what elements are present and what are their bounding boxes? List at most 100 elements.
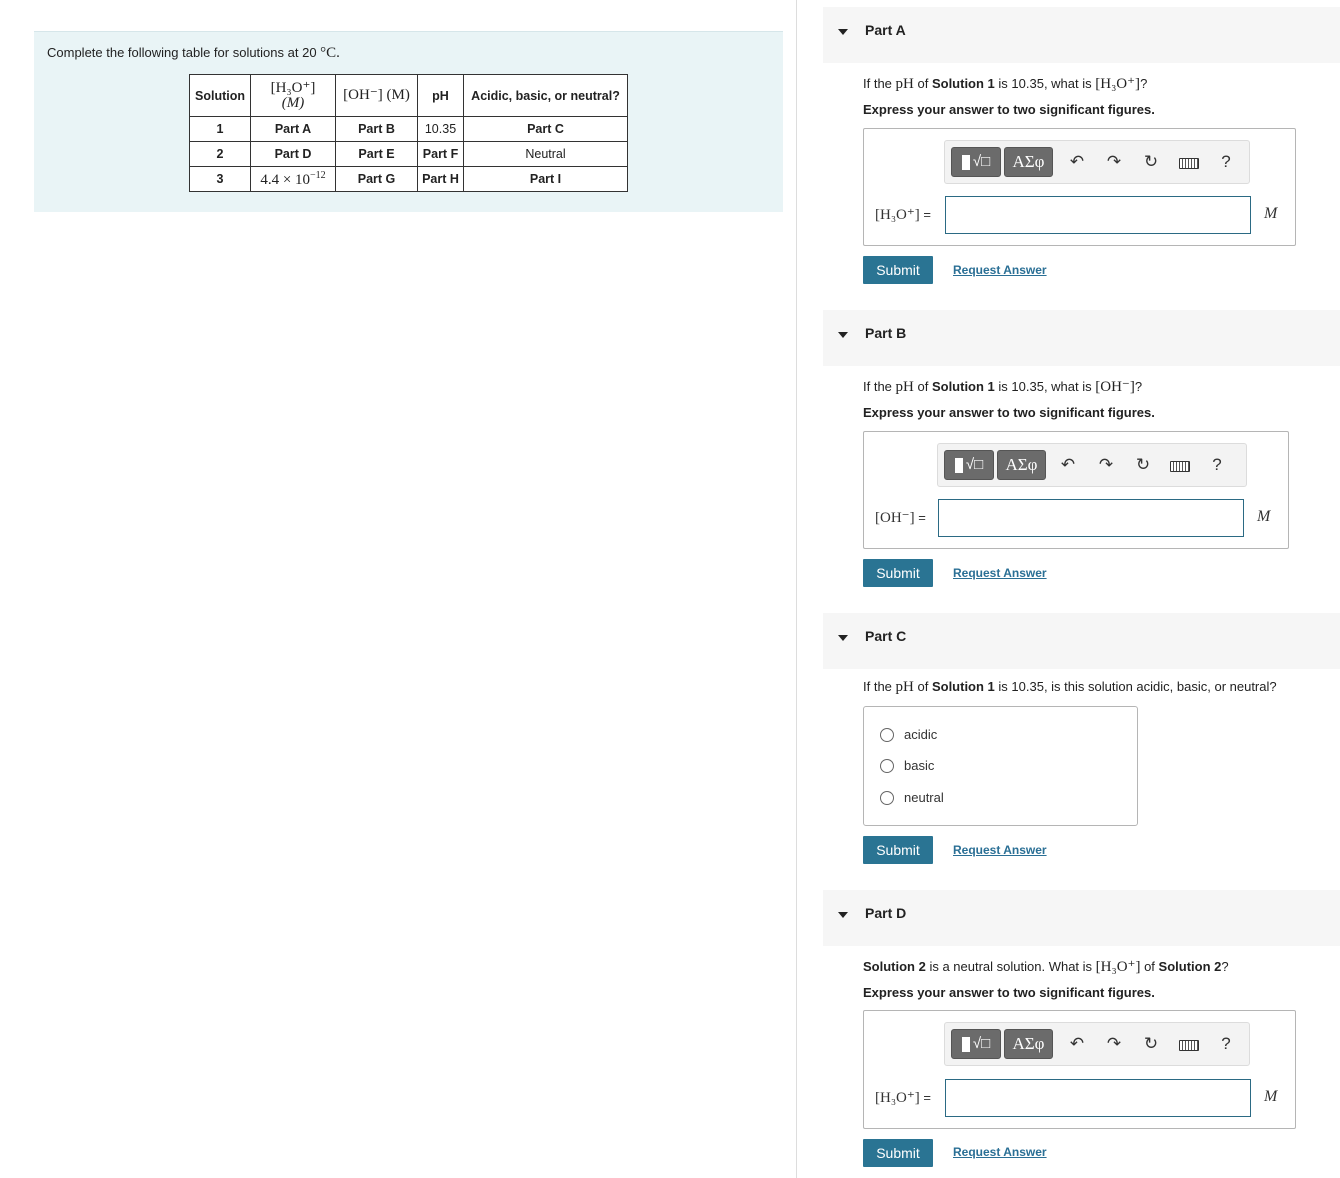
intro-text: Complete the following table for solutio… bbox=[47, 45, 321, 60]
unit-label: M bbox=[1257, 508, 1271, 525]
cell-nature: Part C bbox=[463, 116, 628, 142]
part-b-question: If the pH of Solution 1 is 10.35, what i… bbox=[863, 379, 1143, 395]
header-oh: [OH⁻] (M) bbox=[335, 74, 418, 117]
greek-symbols-button[interactable]: ΑΣφ bbox=[1004, 147, 1053, 177]
help-icon[interactable]: ? bbox=[1215, 1033, 1237, 1055]
parts-pane: Part A If the pH of Solution 1 is 10.35,… bbox=[797, 0, 1340, 1178]
cell-h3o: Part D bbox=[250, 141, 336, 167]
cell-oh: Part B bbox=[335, 116, 418, 142]
header-solution: Solution bbox=[189, 74, 251, 117]
request-answer-link[interactable]: Request Answer bbox=[953, 263, 1047, 277]
problem-intro-box: Complete the following table for solutio… bbox=[34, 31, 783, 212]
keyboard-icon[interactable] bbox=[1170, 461, 1190, 472]
oh-answer-input[interactable] bbox=[938, 499, 1244, 537]
cell-ph: Part F bbox=[417, 141, 464, 167]
table-header-row: Solution [H₃O⁺] (M) [OH⁻] (M) pH Acidic,… bbox=[189, 74, 628, 117]
unit-label: M bbox=[1264, 205, 1278, 222]
header-h3o: [H₃O⁺] (M) bbox=[250, 74, 336, 117]
part-a: Part A If the pH of Solution 1 is 10.35,… bbox=[823, 7, 1340, 297]
header-h3o-unit: (M) bbox=[281, 94, 305, 111]
redo-icon[interactable]: ↷ bbox=[1103, 151, 1125, 173]
temperature-unit: °C. bbox=[320, 45, 340, 61]
part-c-title: Part C bbox=[865, 628, 907, 644]
radio-button[interactable] bbox=[880, 728, 894, 742]
request-answer-link[interactable]: Request Answer bbox=[953, 566, 1047, 580]
request-answer-link[interactable]: Request Answer bbox=[953, 1145, 1047, 1159]
h3o-answer-input[interactable] bbox=[945, 196, 1251, 234]
part-b-instructions: Express your answer to two significant f… bbox=[863, 405, 1155, 420]
part-d: Part D Solution 2 is a neutral solution.… bbox=[823, 890, 1340, 1178]
cell-h3o: 4.4 × 10−12 bbox=[250, 166, 336, 192]
reset-icon[interactable]: ↻ bbox=[1132, 454, 1154, 476]
part-c-question: If the pH of Solution 1 is 10.35, is thi… bbox=[863, 679, 1277, 695]
header-oh-label: [OH⁻] (M) bbox=[343, 87, 410, 103]
undo-icon[interactable]: ↶ bbox=[1057, 454, 1079, 476]
solutions-table: Solution [H₃O⁺] (M) [OH⁻] (M) pH Acidic,… bbox=[189, 74, 628, 192]
redo-icon[interactable]: ↷ bbox=[1095, 454, 1117, 476]
collapse-triangle-icon[interactable] bbox=[838, 912, 848, 918]
templates-button[interactable]: √□ bbox=[951, 147, 1001, 177]
option-label: neutral bbox=[904, 790, 944, 805]
keyboard-icon[interactable] bbox=[1179, 1040, 1199, 1051]
part-b: Part B If the pH of Solution 1 is 10.35,… bbox=[823, 310, 1340, 600]
answer-label: [OH⁻] = bbox=[875, 510, 926, 526]
option-label: basic bbox=[904, 758, 935, 773]
answer-options-box: acidic basic neutral bbox=[863, 706, 1138, 826]
problem-pane: Complete the following table for solutio… bbox=[0, 0, 796, 1178]
cell-nature: Neutral bbox=[463, 141, 628, 167]
collapse-triangle-icon[interactable] bbox=[838, 29, 848, 35]
templates-button[interactable]: √□ bbox=[944, 450, 994, 480]
templates-button[interactable]: √□ bbox=[951, 1029, 1001, 1059]
help-icon[interactable]: ? bbox=[1215, 151, 1237, 173]
cell-h3o: Part A bbox=[250, 116, 336, 142]
math-toolbar: √□ ΑΣφ ↶ ↷ ↻ ? bbox=[944, 1022, 1250, 1066]
redo-icon[interactable]: ↷ bbox=[1103, 1033, 1125, 1055]
collapse-triangle-icon[interactable] bbox=[838, 635, 848, 641]
header-ph: pH bbox=[417, 74, 464, 117]
part-a-header[interactable]: Part A bbox=[823, 7, 1340, 63]
part-a-instructions: Express your answer to two significant f… bbox=[863, 102, 1155, 117]
part-a-question: If the pH of Solution 1 is 10.35, what i… bbox=[863, 76, 1148, 92]
cell-h3o-mantissa: 4.4 × 10 bbox=[260, 171, 311, 188]
cell-solution: 2 bbox=[189, 141, 251, 167]
request-answer-link[interactable]: Request Answer bbox=[953, 843, 1047, 857]
part-d-answer-box: √□ ΑΣφ ↶ ↷ ↻ ? [H₃O⁺] = M bbox=[863, 1010, 1296, 1129]
h3o-answer-input[interactable] bbox=[945, 1079, 1251, 1117]
header-nature: Acidic, basic, or neutral? bbox=[463, 74, 628, 117]
keyboard-icon[interactable] bbox=[1179, 158, 1199, 169]
part-b-answer-box: √□ ΑΣφ ↶ ↷ ↻ ? [OH⁻] = M bbox=[863, 431, 1289, 549]
cell-oh: Part G bbox=[335, 166, 418, 192]
part-a-title: Part A bbox=[865, 22, 906, 38]
submit-button[interactable]: Submit bbox=[863, 1139, 933, 1167]
radio-button[interactable] bbox=[880, 791, 894, 805]
part-c-header[interactable]: Part C bbox=[823, 613, 1340, 669]
submit-button[interactable]: Submit bbox=[863, 836, 933, 864]
undo-icon[interactable]: ↶ bbox=[1066, 151, 1088, 173]
collapse-triangle-icon[interactable] bbox=[838, 332, 848, 338]
part-d-question: Solution 2 is a neutral solution. What i… bbox=[863, 959, 1229, 975]
reset-icon[interactable]: ↻ bbox=[1140, 151, 1162, 173]
cell-ph: 10.35 bbox=[417, 116, 464, 142]
math-toolbar: √□ ΑΣφ ↶ ↷ ↻ ? bbox=[944, 140, 1250, 184]
radio-button[interactable] bbox=[880, 759, 894, 773]
table-row: 1 Part A Part B 10.35 Part C bbox=[189, 116, 628, 142]
submit-button[interactable]: Submit bbox=[863, 559, 933, 587]
cell-solution: 1 bbox=[189, 116, 251, 142]
part-b-header[interactable]: Part B bbox=[823, 310, 1340, 366]
part-d-header[interactable]: Part D bbox=[823, 890, 1340, 946]
reset-icon[interactable]: ↻ bbox=[1140, 1033, 1162, 1055]
problem-intro-text: Complete the following table for solutio… bbox=[47, 45, 340, 62]
option-label: acidic bbox=[904, 727, 938, 742]
math-toolbar: √□ ΑΣφ ↶ ↷ ↻ ? bbox=[937, 443, 1247, 487]
cell-solution: 3 bbox=[189, 166, 251, 192]
part-c: Part C If the pH of Solution 1 is 10.35,… bbox=[823, 613, 1340, 883]
undo-icon[interactable]: ↶ bbox=[1066, 1033, 1088, 1055]
part-a-answer-box: √□ ΑΣφ ↶ ↷ ↻ ? [H₃O⁺] = M bbox=[863, 128, 1296, 246]
part-b-title: Part B bbox=[865, 325, 907, 341]
help-icon[interactable]: ? bbox=[1206, 454, 1228, 476]
answer-label: [H₃O⁺] = bbox=[875, 207, 932, 223]
greek-symbols-button[interactable]: ΑΣφ bbox=[1004, 1029, 1053, 1059]
cell-oh: Part E bbox=[335, 141, 418, 167]
submit-button[interactable]: Submit bbox=[863, 256, 933, 284]
greek-symbols-button[interactable]: ΑΣφ bbox=[997, 450, 1046, 480]
